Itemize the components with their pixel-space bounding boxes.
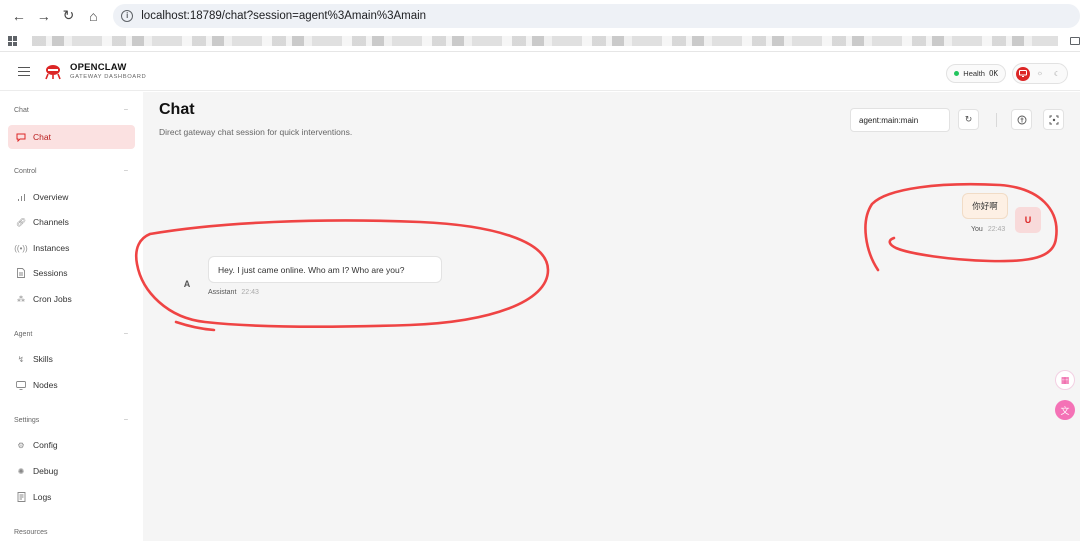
address-bar[interactable]: i localhost:18789/chat?session=agent%3Am… bbox=[113, 3, 1080, 28]
sidebar-item-label: Debug bbox=[33, 466, 59, 476]
sidebar-item-label: Overview bbox=[33, 192, 69, 202]
loader-icon: ⁂ bbox=[17, 294, 25, 304]
health-value: OK bbox=[988, 69, 998, 78]
link-icon: 🔗︎ bbox=[15, 217, 27, 227]
sidebar-item-label: Chat bbox=[33, 132, 51, 142]
message-meta: Assistant 22:43 bbox=[208, 289, 259, 296]
sidebar-item-sessions[interactable]: Sessions bbox=[8, 261, 135, 285]
message-text: 你好啊 bbox=[972, 201, 998, 211]
toolbar-divider bbox=[996, 113, 997, 127]
scroll-icon bbox=[16, 492, 26, 502]
openclaw-logo-icon bbox=[45, 64, 61, 79]
collapse-icon[interactable]: – bbox=[124, 167, 128, 174]
collapse-icon[interactable]: – bbox=[124, 416, 128, 423]
sidebar-item-cron-jobs[interactable]: ⁂ Cron Jobs bbox=[8, 287, 135, 311]
sidebar-item-label: Channels bbox=[33, 217, 69, 227]
translate-icon[interactable]: 文 bbox=[1055, 400, 1075, 420]
file-icon bbox=[16, 268, 26, 278]
sidebar-item-debug[interactable]: ✺ Debug bbox=[8, 459, 135, 483]
forward-icon[interactable]: → bbox=[33, 5, 55, 27]
collapse-icon[interactable]: – bbox=[124, 330, 128, 337]
session-select[interactable]: agent:main:main bbox=[850, 108, 950, 132]
section-label-control: Control bbox=[14, 168, 37, 175]
sidebar-item-label: Config bbox=[33, 440, 58, 450]
app-header: OPENCLAW GATEWAY DASHBOARD Health OK ☼ ☾ bbox=[0, 53, 1080, 91]
sidebar-item-config[interactable]: ⚙ Config bbox=[8, 433, 135, 457]
bar-chart-icon bbox=[16, 192, 26, 202]
sidebar-item-label: Cron Jobs bbox=[33, 294, 72, 304]
sidebar-item-label: Logs bbox=[33, 492, 52, 502]
brain-icon[interactable] bbox=[1011, 109, 1032, 130]
sidebar-item-label: Skills bbox=[33, 354, 53, 364]
gear-icon: ⚙ bbox=[17, 440, 25, 450]
sun-icon[interactable]: ☼ bbox=[1033, 67, 1047, 81]
blurred-bookmarks bbox=[32, 36, 1058, 46]
menu-icon[interactable] bbox=[18, 66, 30, 77]
bug-icon: ✺ bbox=[17, 466, 25, 476]
monitor-icon bbox=[16, 380, 26, 390]
info-icon[interactable]: i bbox=[121, 9, 134, 22]
message-meta: You 22:43 bbox=[971, 226, 1005, 233]
url-text: localhost:18789/chat?session=agent%3Amai… bbox=[141, 9, 427, 22]
page-subtitle: Direct gateway chat session for quick in… bbox=[159, 127, 353, 137]
bookmarks-bar bbox=[0, 31, 1080, 52]
health-status: Health OK bbox=[946, 64, 1006, 83]
sidebar-item-nodes[interactable]: Nodes bbox=[8, 373, 135, 397]
status-dot-icon bbox=[954, 71, 960, 76]
brand-title: OPENCLAW bbox=[70, 61, 127, 73]
apps-add-icon[interactable]: ▦ bbox=[1055, 370, 1075, 390]
sidebar-item-label: Sessions bbox=[33, 268, 68, 278]
assistant-message-bubble: Hey. I just came online. Who am I? Who a… bbox=[208, 256, 442, 283]
section-label-settings: Settings bbox=[14, 417, 40, 424]
sidebar-item-label: Nodes bbox=[33, 380, 58, 390]
page-title: Chat bbox=[159, 101, 195, 118]
theme-toggle: ☼ ☾ bbox=[1012, 63, 1068, 84]
user-message-bubble: 你好啊 bbox=[962, 193, 1008, 219]
message-time: 22:43 bbox=[987, 226, 1006, 233]
sidebar-item-channels[interactable]: 🔗︎ Channels bbox=[8, 210, 135, 234]
avatar: A bbox=[183, 279, 191, 289]
sidebar-item-logs[interactable]: Logs bbox=[8, 485, 135, 509]
section-label-resources: Resources bbox=[14, 529, 48, 536]
radio-icon: ((•)) bbox=[14, 243, 28, 253]
message-sender: Assistant bbox=[208, 289, 237, 296]
refresh-icon[interactable]: ↻ bbox=[958, 109, 979, 130]
zap-icon: ↯ bbox=[17, 354, 25, 364]
health-label: Health bbox=[963, 69, 985, 78]
sidebar-item-instances[interactable]: ((•)) Instances bbox=[8, 236, 135, 260]
sidebar-item-chat[interactable]: Chat bbox=[8, 125, 135, 149]
sidebar-item-overview[interactable]: Overview bbox=[8, 185, 135, 209]
message-icon bbox=[16, 132, 26, 142]
message-text: Hey. I just came online. Who am I? Who a… bbox=[218, 264, 405, 275]
message-sender: You bbox=[971, 226, 983, 233]
sidebar-item-skills[interactable]: ↯ Skills bbox=[8, 347, 135, 371]
monitor-icon[interactable] bbox=[1016, 66, 1030, 81]
sidebar: Chat – Chat Control – Overview 🔗︎ Channe… bbox=[0, 92, 143, 541]
moon-icon[interactable]: ☾ bbox=[1050, 67, 1064, 81]
back-icon[interactable]: ← bbox=[8, 5, 30, 27]
brand-subtitle: GATEWAY DASHBOARD bbox=[70, 73, 147, 80]
section-label-agent: Agent bbox=[14, 331, 33, 338]
reload-icon[interactable]: ↻ bbox=[58, 5, 80, 27]
session-value: agent:main:main bbox=[859, 115, 919, 125]
collapse-icon[interactable]: – bbox=[124, 106, 128, 113]
avatar: U bbox=[1015, 207, 1041, 233]
section-label-chat: Chat bbox=[14, 107, 29, 114]
folder-icon[interactable] bbox=[1070, 37, 1080, 45]
brand: OPENCLAW GATEWAY DASHBOARD bbox=[70, 61, 147, 81]
browser-toolbar: ← → ↻ ⌂ i localhost:18789/chat?session=a… bbox=[0, 0, 1080, 31]
focus-icon[interactable] bbox=[1043, 109, 1064, 130]
sidebar-item-label: Instances bbox=[33, 243, 70, 253]
apps-grid-icon[interactable] bbox=[8, 36, 18, 46]
home-icon[interactable]: ⌂ bbox=[82, 5, 104, 27]
chat-panel: Chat Direct gateway chat session for qui… bbox=[143, 92, 1080, 541]
message-time: 22:43 bbox=[241, 289, 259, 296]
